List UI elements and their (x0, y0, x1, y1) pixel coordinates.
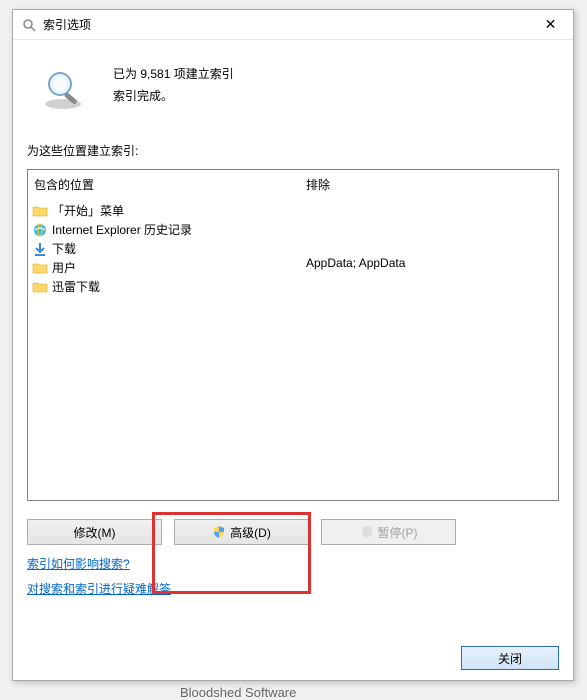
advanced-button[interactable]: 高级(D) (174, 519, 309, 545)
background-text: Bloodshed Software (180, 685, 296, 700)
shield-icon (360, 525, 374, 539)
dialog-content: 已为 9,581 项建立索引 索引完成。 为这些位置建立索引: 包含的位置 「开… (13, 40, 573, 617)
location-name: 迅雷下载 (52, 278, 100, 295)
excluded-column: 排除 AppData; AppData (300, 170, 558, 500)
folder-icon (32, 203, 48, 219)
close-icon: ✕ (545, 16, 557, 33)
status-text: 已为 9,581 项建立索引 索引完成。 (113, 62, 234, 107)
modify-label: 修改(M) (74, 524, 116, 541)
location-name: 用户 (52, 259, 76, 276)
indexing-options-dialog: 索引选项 ✕ 已为 9,581 项建立索引 索引完成。 为这些位置建立索引: (12, 9, 574, 681)
location-item[interactable]: 下载 (32, 239, 296, 258)
shield-icon (212, 525, 226, 539)
locations-label: 为这些位置建立索引: (27, 142, 559, 159)
app-icon (21, 17, 37, 33)
folder-icon (32, 260, 48, 276)
included-header: 包含的位置 (32, 176, 296, 193)
close-dialog-button[interactable]: 关闭 (461, 646, 559, 670)
pause-button: 暂停(P) (321, 519, 456, 545)
advanced-label: 高级(D) (230, 524, 271, 541)
modify-button[interactable]: 修改(M) (27, 519, 162, 545)
magnifier-icon (39, 66, 87, 114)
location-name: 下载 (52, 240, 76, 257)
pause-label: 暂停(P) (378, 524, 418, 541)
link-how-affects-search[interactable]: 索引如何影响搜索? (27, 555, 130, 572)
help-links: 索引如何影响搜索? 对搜索和索引进行疑难解答 (27, 555, 559, 605)
excluded-item (304, 219, 554, 237)
folder-icon (32, 279, 48, 295)
window-title: 索引选项 (43, 16, 528, 33)
ie-icon (32, 222, 48, 238)
excluded-item (304, 237, 554, 255)
close-button[interactable]: ✕ (528, 10, 573, 39)
titlebar: 索引选项 ✕ (13, 10, 573, 40)
download-icon (32, 241, 48, 257)
button-row: 修改(M) 高级(D) 暂停(P) (27, 519, 559, 545)
index-complete: 索引完成。 (113, 86, 234, 108)
location-name: 「开始」菜单 (52, 202, 124, 219)
location-item[interactable]: 迅雷下载 (32, 277, 296, 296)
excluded-item (304, 201, 554, 219)
location-item[interactable]: 用户 (32, 258, 296, 277)
included-column: 包含的位置 「开始」菜单 Internet Explorer 历史记录下载用户迅雷… (28, 170, 300, 500)
location-name: Internet Explorer 历史记录 (52, 221, 192, 238)
locations-box: 包含的位置 「开始」菜单 Internet Explorer 历史记录下载用户迅雷… (27, 169, 559, 501)
footer: 关闭 (461, 646, 559, 670)
link-troubleshoot[interactable]: 对搜索和索引进行疑难解答 (27, 580, 171, 597)
excluded-item: AppData; AppData (304, 255, 554, 273)
close-label: 关闭 (498, 650, 522, 667)
location-item[interactable]: 「开始」菜单 (32, 201, 296, 220)
excluded-header: 排除 (304, 176, 554, 193)
status-area: 已为 9,581 项建立索引 索引完成。 (39, 62, 559, 114)
location-item[interactable]: Internet Explorer 历史记录 (32, 220, 296, 239)
excluded-item (304, 273, 554, 291)
indexed-count: 已为 9,581 项建立索引 (113, 64, 234, 86)
